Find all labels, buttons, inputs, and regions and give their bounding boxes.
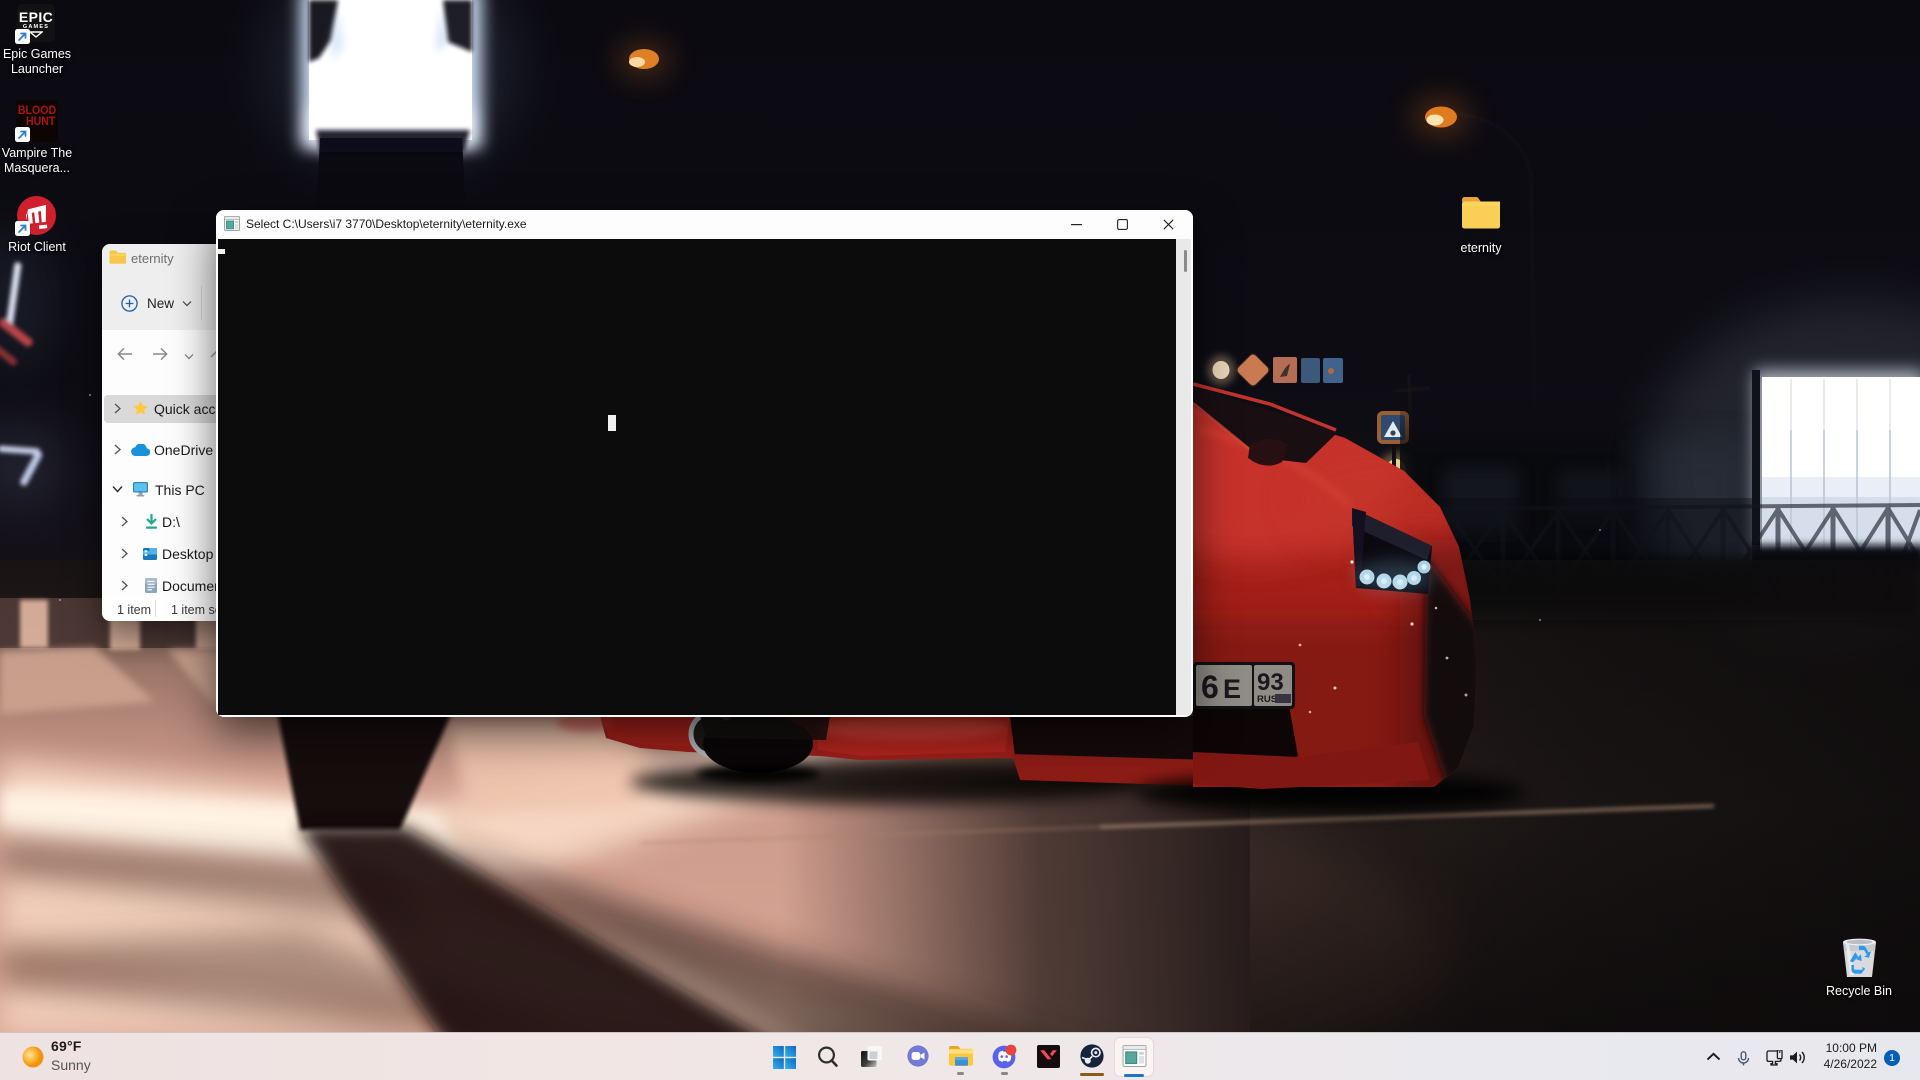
svg-text:6: 6 (1201, 669, 1219, 705)
svg-text:E: E (1223, 674, 1241, 704)
svg-text:RUS: RUS (1257, 694, 1277, 705)
svg-text:93: 93 (1257, 669, 1284, 696)
